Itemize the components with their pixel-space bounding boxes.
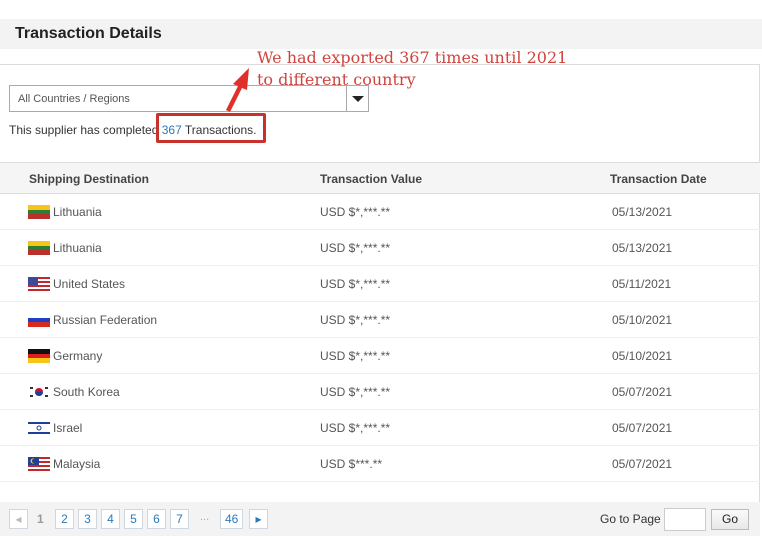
page-button[interactable]: 6 [147,509,166,529]
page-title: Transaction Details [15,25,162,42]
page-button[interactable]: 3 [78,509,97,529]
russia-flag-icon [28,313,50,327]
destination-cell: Malaysia [53,457,101,471]
current-page: 1 [37,512,44,526]
column-header-value: Transaction Value [320,172,423,186]
goto-page-label: Go to Page [600,512,661,526]
chevron-right-icon: ▸ [255,512,262,526]
annotation-line-2: to different country [257,70,416,89]
go-button[interactable]: Go [711,509,749,530]
table-row: United States USD $*,***.** 05/11/2021 [0,266,760,302]
value-cell: USD $*,***.** [320,349,391,363]
table-row: South Korea USD $*,***.** 05/07/2021 [0,374,760,410]
lithuania-flag-icon [28,241,50,255]
chevron-down-icon [352,96,364,102]
table-row: Germany USD $*,***.** 05/10/2021 [0,338,760,374]
annotation-highlight-box [156,113,266,143]
lithuania-flag-icon [28,205,50,219]
table-row: Lithuania USD $*,***.** 05/13/2021 [0,194,760,230]
destination-cell: Lithuania [53,241,102,255]
value-cell: USD $*,***.** [320,313,391,327]
table-row: Lithuania USD $*,***.** 05/13/2021 [0,230,760,266]
pagination-ellipsis: ... [200,511,210,523]
title-bar: Transaction Details [0,19,762,49]
date-cell: 05/07/2021 [612,385,673,399]
south-korea-flag-icon [28,385,50,399]
column-header-date: Transaction Date [610,172,707,186]
annotation-arrow-icon [226,68,249,112]
date-cell: 05/13/2021 [612,205,673,219]
goto-page-input[interactable] [664,508,706,531]
pagination: ◂ 1 2 3 4 5 6 7 ... 46 ▸ Go to Page Go [0,502,760,536]
date-cell: 05/10/2021 [612,313,673,327]
value-cell: USD $***.** [320,457,383,471]
destination-cell: Israel [53,421,83,435]
value-cell: USD $*,***.** [320,385,391,399]
annotation-line-1: We had exported 367 times until 2021 [257,48,568,67]
destination-cell: South Korea [53,385,120,399]
malaysia-flag-icon [28,457,50,471]
table-row: Malaysia USD $***.** 05/07/2021 [0,446,760,482]
date-cell: 05/10/2021 [612,349,673,363]
value-cell: USD $*,***.** [320,205,391,219]
date-cell: 05/07/2021 [612,421,673,435]
date-cell: 05/13/2021 [612,241,673,255]
page-button[interactable]: 2 [55,509,74,529]
page-button[interactable]: 5 [124,509,143,529]
date-cell: 05/11/2021 [612,277,672,291]
table-row: Russian Federation USD $*,***.** 05/10/202… [0,302,760,338]
value-cell: USD $*,***.** [320,421,391,435]
chevron-left-icon: ◂ [15,512,22,526]
column-header-destination: Shipping Destination [29,172,149,186]
table-header: Shipping Destination Transaction Value T… [0,162,760,194]
israel-flag-icon [28,421,50,435]
value-cell: USD $*,***.** [320,241,391,255]
germany-flag-icon [28,349,50,363]
usa-flag-icon [28,277,50,291]
value-cell: USD $*,***.** [320,277,391,291]
date-cell: 05/07/2021 [612,457,673,471]
summary-prefix: This supplier has completed [9,123,162,137]
page-button[interactable]: 4 [101,509,120,529]
destination-cell: Lithuania [53,205,102,219]
destination-cell: Russian Federation [53,313,158,327]
prev-page-button[interactable]: ◂ [9,509,28,529]
table-row: Israel USD $*,***.** 05/07/2021 [0,410,760,446]
page-button[interactable]: 7 [170,509,189,529]
next-page-button[interactable]: ▸ [249,509,268,529]
destination-cell: Germany [53,349,103,363]
last-page-button[interactable]: 46 [220,509,244,529]
country-region-selected: All Countries / Regions [18,93,130,105]
annotation-text: We had exported 367 times until 2021 to … [257,47,567,91]
destination-cell: United States [53,277,126,291]
